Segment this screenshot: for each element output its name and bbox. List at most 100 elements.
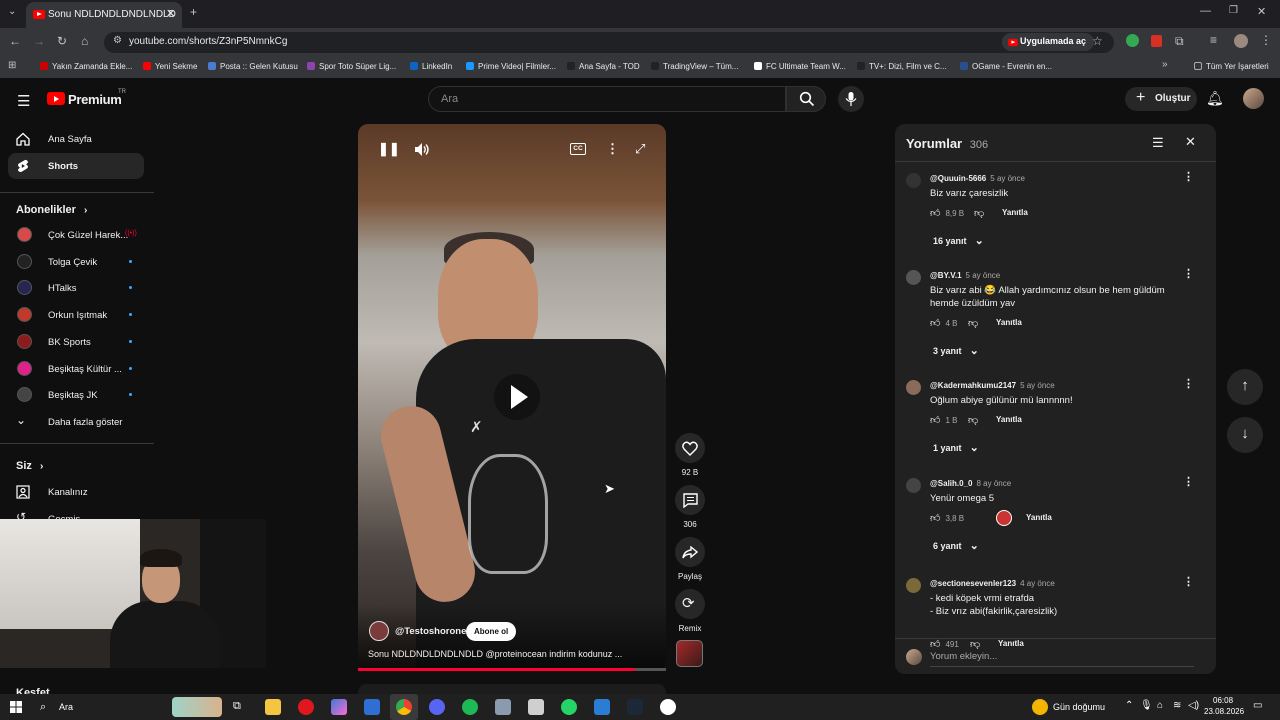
youtube-logo-icon[interactable] — [47, 92, 65, 105]
comment-reply-button[interactable]: Yanıtla — [1026, 513, 1052, 522]
next-video-peek[interactable] — [358, 684, 666, 694]
whatsapp-icon[interactable] — [561, 699, 577, 715]
bookmark-item[interactable]: Prime Video| Filmler... — [466, 62, 556, 71]
thumbs-down-icon[interactable]: 👎︎ — [968, 317, 978, 329]
windows-start-icon[interactable] — [10, 701, 22, 713]
sidebar-subscription-item[interactable]: Tolga Çevik — [8, 249, 144, 275]
bookmark-item[interactable]: Yeni Sekme — [143, 62, 197, 71]
notification-center-icon[interactable]: ▭ — [1253, 700, 1262, 711]
apps-grid-icon[interactable]: ⊞ — [8, 60, 16, 71]
sidebar-item-home[interactable]: Ana Sayfa — [8, 126, 144, 152]
discord-icon[interactable] — [429, 699, 445, 715]
comment-more-icon[interactable]: ⋮ — [1183, 377, 1194, 390]
comment-avatar[interactable] — [906, 478, 921, 493]
more-bookmarks-icon[interactable]: » — [1162, 59, 1168, 70]
restore-icon[interactable]: ❐ — [1229, 5, 1238, 16]
subscribe-button[interactable]: Abone ol — [466, 622, 517, 641]
volume-icon[interactable] — [414, 142, 431, 157]
tab-close-icon[interactable]: ✕ — [166, 7, 175, 20]
todo-icon[interactable] — [594, 699, 610, 715]
bookmark-item[interactable]: Yakın Zamanda Ekle... — [40, 62, 132, 71]
tray-network-icon[interactable]: ⌂ — [1157, 700, 1163, 711]
comment-avatar[interactable] — [906, 173, 921, 188]
outlook-icon[interactable] — [364, 699, 380, 715]
clock-date[interactable]: 23.08.2026 — [1204, 707, 1244, 716]
comment-author[interactable]: @BY.V.1 5 ay önce — [930, 271, 1000, 280]
comment-author[interactable]: @Kadermahkumu2147 5 ay önce — [930, 381, 1055, 390]
comment-avatar[interactable] — [906, 270, 921, 285]
comment-more-icon[interactable]: ⋮ — [1183, 475, 1194, 488]
comment-avatar[interactable] — [906, 380, 921, 395]
comment-author[interactable]: @sectionesevenler123 4 ay önce — [930, 579, 1055, 588]
comment-more-icon[interactable]: ⋮ — [1183, 267, 1194, 280]
file-explorer-icon[interactable] — [265, 699, 281, 715]
weather-text[interactable]: Gün doğumu — [1053, 702, 1105, 712]
app-icon[interactable] — [495, 699, 511, 715]
task-view-icon[interactable]: ⧉ — [233, 700, 241, 713]
comment-more-icon[interactable]: ⋮ — [1183, 575, 1194, 588]
forward-icon[interactable]: → — [33, 34, 45, 48]
back-icon[interactable]: ← — [9, 34, 21, 48]
bookmark-star-icon[interactable]: ☆ — [1092, 34, 1103, 48]
comment-reply-button[interactable]: Yanıtla — [996, 415, 1022, 424]
previous-short-button[interactable]: ↑ — [1227, 369, 1263, 405]
spotify-icon[interactable] — [462, 699, 478, 715]
comment-like-button[interactable]: 👍︎ 3,8 B — [930, 512, 964, 524]
sidebar-item-shorts[interactable]: Shorts — [8, 153, 144, 179]
channel-name[interactable]: @Testoshorone — [395, 626, 466, 637]
play-icon[interactable] — [494, 374, 540, 420]
bookmark-item[interactable]: Ana Sayfa - TOD — [567, 62, 640, 71]
sound-thumbnail[interactable] — [676, 640, 703, 667]
new-tab-icon[interactable]: + — [190, 5, 197, 19]
comments-button[interactable] — [675, 485, 705, 515]
steam-icon[interactable] — [627, 699, 643, 715]
soccer-app-icon[interactable] — [660, 699, 676, 715]
bookmark-item[interactable]: Posta :: Gelen Kutusu — [208, 62, 298, 71]
comment-like-button[interactable]: 👍︎ 8,9 B — [930, 207, 964, 219]
comment-author[interactable]: @Salih.0_0 8 ay önce — [930, 479, 1011, 488]
comment-reply-button[interactable]: Yanıtla — [1002, 208, 1028, 217]
close-comments-icon[interactable]: ✕ — [1185, 134, 1196, 150]
add-comment-input[interactable]: Yorum ekleyin... — [930, 651, 1194, 667]
comment-replies-toggle[interactable]: 1 yanıt ⌄ — [933, 441, 979, 454]
sidebar-subscription-item[interactable]: Çok Güzel Harek... ((•)) — [8, 222, 144, 248]
comment-like-button[interactable]: 👍︎ 1 B — [930, 414, 957, 426]
close-window-icon[interactable]: ✕ — [1257, 5, 1266, 18]
tab-search-icon[interactable]: ⌄ — [8, 6, 16, 17]
bookmark-item[interactable]: TradingView – Tüm... — [651, 62, 738, 71]
comment-replies-toggle[interactable]: 16 yanıt ⌄ — [933, 234, 984, 247]
comment-reply-button[interactable]: Yanıtla — [996, 318, 1022, 327]
calculator-icon[interactable] — [528, 699, 544, 715]
channel-avatar[interactable] — [369, 621, 389, 641]
minimize-icon[interactable]: — — [1200, 5, 1211, 17]
bookmark-item[interactable]: LinkedIn — [410, 62, 452, 71]
sidebar-subscription-item[interactable]: Beşiktaş Kültür ... — [8, 356, 144, 382]
sidebar-subscription-item[interactable]: Beşiktaş JK — [8, 382, 144, 408]
comment-replies-toggle[interactable]: 3 yanıt ⌄ — [933, 344, 979, 357]
account-avatar[interactable] — [1243, 88, 1264, 109]
tray-chevron-icon[interactable]: ⌃ — [1125, 700, 1133, 711]
video-progress-bar[interactable] — [358, 668, 666, 671]
tray-mic-icon[interactable]: 🎙︎ — [1140, 700, 1153, 711]
open-in-app-button[interactable]: Uygulamada aç — [1002, 33, 1095, 51]
comment-more-icon[interactable]: ⋮ — [1183, 170, 1194, 183]
bookmark-item[interactable]: OGame - Evrenin en... — [960, 62, 1052, 71]
browser-tab-active[interactable]: Sonu NDLDNDLDNDLNDLD ✕ — [26, 2, 182, 28]
fullscreen-icon[interactable]: ⤢ — [635, 141, 645, 157]
thumbs-down-icon[interactable]: 👎︎ — [974, 207, 984, 219]
chrome-icon[interactable] — [396, 699, 412, 715]
comment-replies-toggle[interactable]: 6 yanıt ⌄ — [933, 539, 979, 552]
taskbar-search-icon[interactable]: ⌕ — [40, 701, 46, 714]
search-input[interactable]: Ara — [428, 86, 786, 112]
next-short-button[interactable]: ↓ — [1227, 417, 1263, 453]
bookmark-item[interactable]: Spor Toto Süper Lig... — [307, 62, 396, 71]
like-button[interactable] — [675, 433, 705, 463]
search-button[interactable] — [786, 86, 826, 112]
sidebar-item-your-channel[interactable]: Kanalınız — [8, 479, 144, 505]
address-bar[interactable]: ⚙ youtube.com/shorts/Z3nP5NmnkCg Uygulam… — [104, 32, 1114, 53]
all-bookmarks-link[interactable]: Tüm Yer İşaretleri — [1194, 62, 1269, 71]
media-control-icon[interactable]: ≡ — [1210, 33, 1217, 47]
show-more-button[interactable]: ⌄ Daha fazla göster — [8, 409, 144, 435]
notifications-bell-icon[interactable]: 🔔︎ — [1206, 90, 1224, 107]
profile-avatar[interactable] — [1234, 34, 1248, 48]
